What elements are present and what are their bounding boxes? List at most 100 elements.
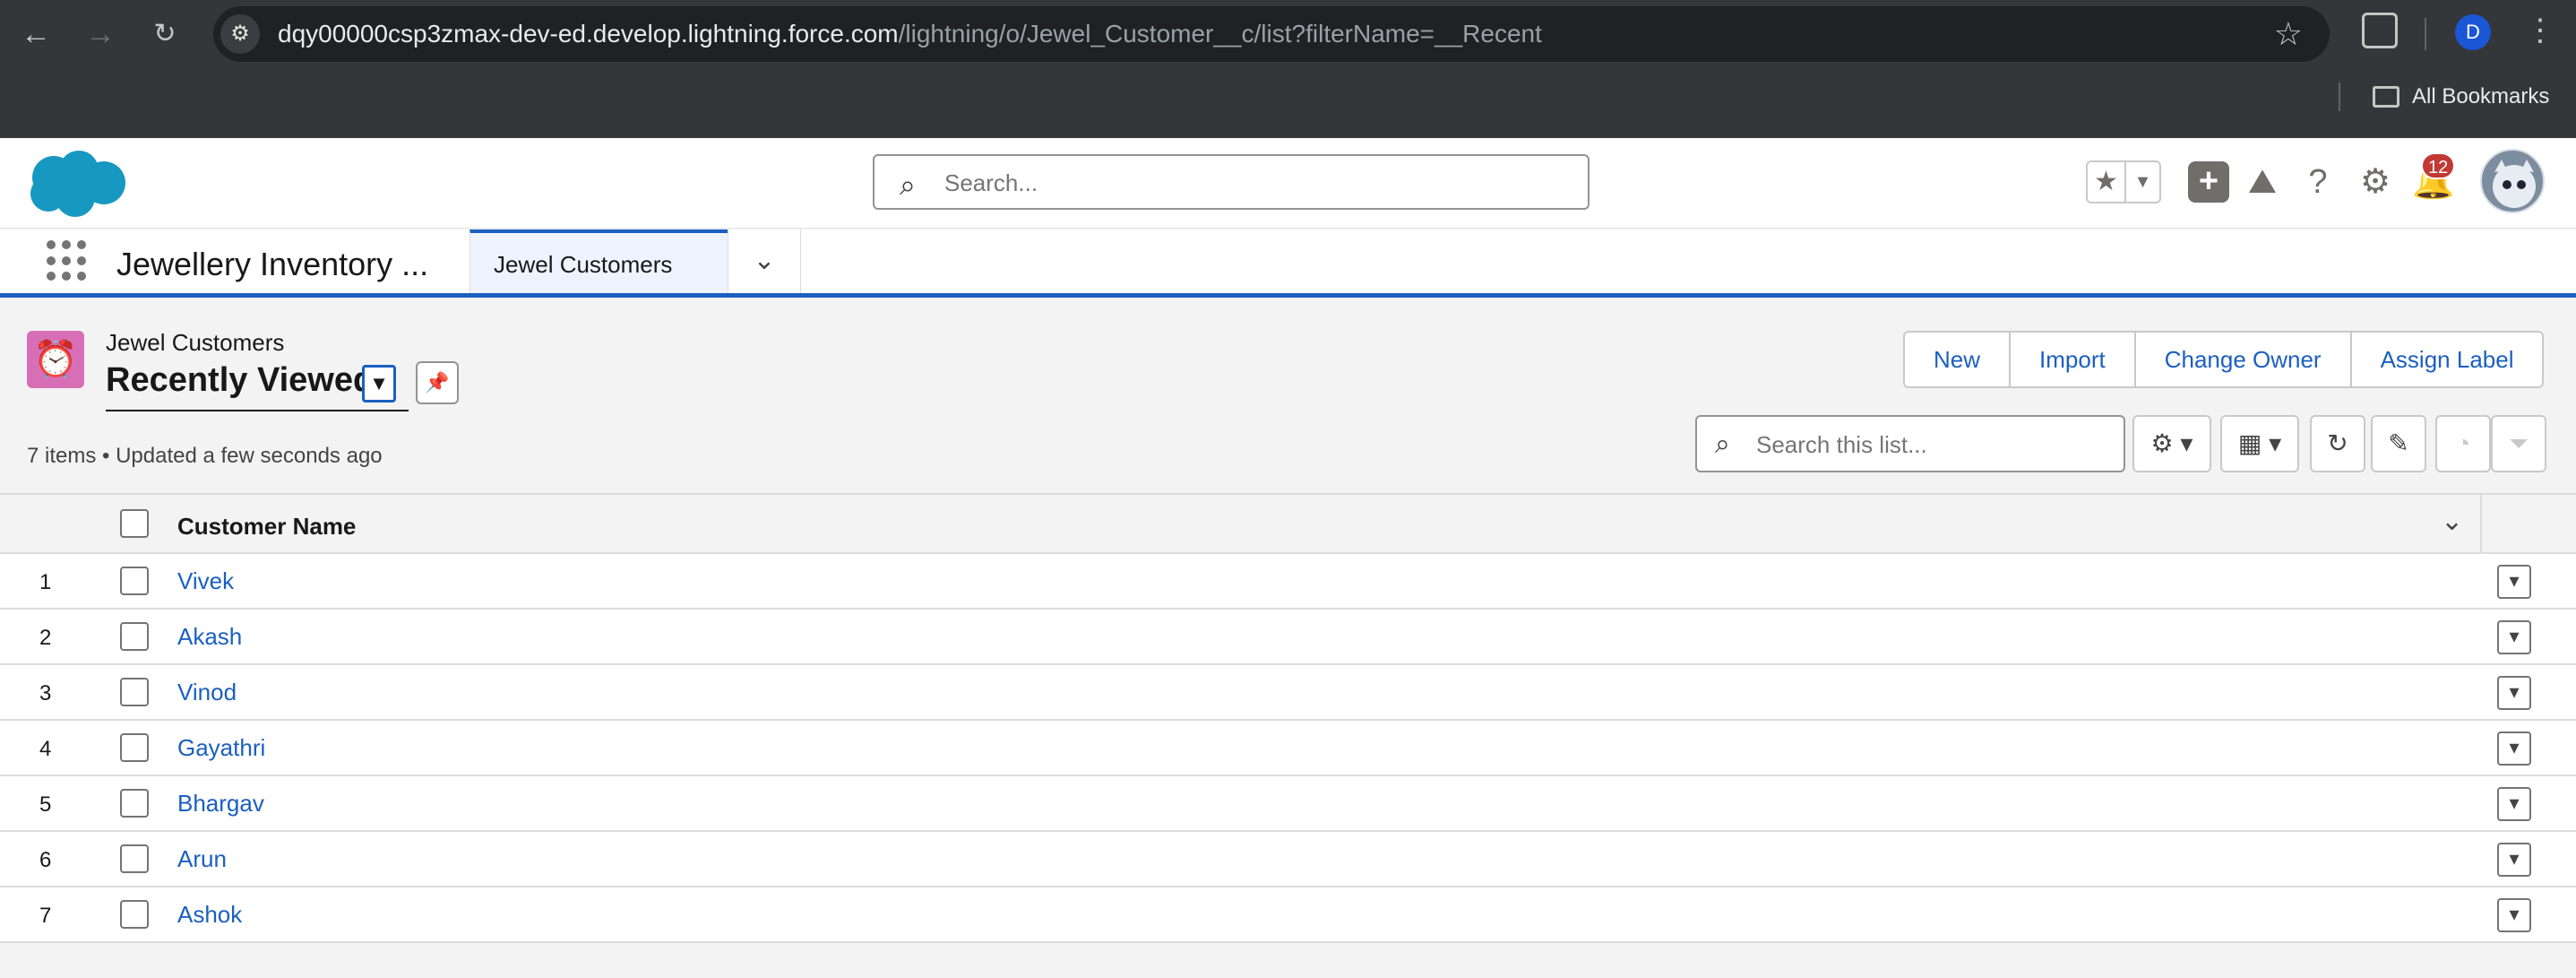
tab-label: Jewel Customers bbox=[494, 251, 673, 278]
row-actions-chevron-down-icon[interactable]: ▾ bbox=[2497, 565, 2531, 599]
browser-chrome: ← → ↻ ⚙ dqy00000csp3zmax-dev-ed.develop.… bbox=[0, 0, 2576, 138]
global-actions-icon[interactable]: + bbox=[2188, 161, 2229, 203]
row-checkbox[interactable] bbox=[120, 900, 149, 929]
global-search[interactable]: ⌕ bbox=[873, 154, 1590, 210]
row-number: 7 bbox=[39, 904, 52, 928]
favorites-button[interactable]: ★ ▼ bbox=[2086, 160, 2161, 203]
row-checkbox[interactable] bbox=[120, 789, 149, 818]
app-navigation: Jewellery Inventory ... Jewel Customers … bbox=[0, 229, 2576, 298]
url-path: /lightning/o/Jewel_Customer__c/list?filt… bbox=[898, 20, 1542, 48]
record-link[interactable]: Bhargav bbox=[177, 790, 264, 818]
list-actions: New Import Change Owner Assign Label bbox=[1903, 331, 2545, 388]
row-actions-chevron-down-icon[interactable]: ▾ bbox=[2497, 787, 2531, 821]
table-row: 4 Gayathri ▾ bbox=[0, 721, 2576, 776]
setup-gear-icon[interactable]: ⚙ bbox=[2355, 161, 2396, 203]
list-search-input[interactable] bbox=[1754, 428, 2113, 462]
row-checkbox[interactable] bbox=[120, 678, 149, 706]
chevron-down-icon[interactable]: ▼ bbox=[2126, 162, 2159, 202]
site-settings-icon[interactable]: ⚙ bbox=[220, 14, 260, 54]
row-number: 3 bbox=[39, 681, 52, 705]
all-bookmarks[interactable]: All Bookmarks bbox=[2373, 84, 2549, 109]
bookmarks-divider bbox=[2339, 82, 2340, 111]
row-actions-chevron-down-icon[interactable]: ▾ bbox=[2497, 676, 2531, 710]
list-view-title: Recently Viewed bbox=[106, 361, 375, 399]
select-all-checkbox[interactable] bbox=[120, 509, 149, 538]
list-view-picker-chevron-icon[interactable]: ▼ bbox=[362, 365, 396, 402]
table-row: 5 Bhargav ▾ bbox=[0, 776, 2576, 832]
back-icon[interactable]: ← bbox=[18, 16, 54, 52]
row-number: 2 bbox=[39, 626, 52, 650]
url-text[interactable]: dqy00000csp3zmax-dev-ed.develop.lightnin… bbox=[278, 20, 1542, 48]
user-avatar[interactable] bbox=[2480, 149, 2545, 213]
record-link[interactable]: Vinod bbox=[177, 679, 237, 706]
bookmark-star-icon[interactable]: ☆ bbox=[2274, 15, 2303, 53]
edit-pencil-icon[interactable]: ✎ bbox=[2371, 415, 2426, 472]
trailhead-icon[interactable]: ⛰ bbox=[2242, 161, 2283, 203]
table-header: Customer Name ⌄ bbox=[0, 493, 2576, 554]
record-link[interactable]: Gayathri bbox=[177, 734, 265, 762]
record-link[interactable]: Ashok bbox=[177, 901, 242, 929]
record-link[interactable]: Akash bbox=[177, 623, 242, 651]
display-as-table-icon[interactable]: ▦ ▾ bbox=[2220, 415, 2299, 472]
profile-avatar[interactable]: D bbox=[2455, 14, 2491, 50]
new-button[interactable]: New bbox=[1905, 333, 2009, 386]
record-link[interactable]: Vivek bbox=[177, 567, 234, 595]
search-icon: ⌕ bbox=[1715, 429, 1730, 459]
row-number: 4 bbox=[39, 737, 52, 761]
chart-icon[interactable]: ◔ bbox=[2435, 415, 2491, 472]
table-row: 6 Arun ▾ bbox=[0, 832, 2576, 887]
list-settings-gear-icon[interactable]: ⚙ ▾ bbox=[2132, 415, 2211, 472]
row-number: 1 bbox=[39, 570, 52, 594]
help-icon[interactable]: ? bbox=[2297, 161, 2339, 203]
records-table: Customer Name ⌄ 1 Vivek ▾ 2 Akash ▾ 3 Vi… bbox=[0, 493, 2576, 943]
forward-icon[interactable]: → bbox=[82, 16, 118, 52]
toolbar-divider bbox=[2425, 18, 2426, 50]
import-button[interactable]: Import bbox=[2009, 333, 2134, 386]
filter-icon[interactable]: ⏷ bbox=[2491, 415, 2546, 472]
search-icon: ⌕ bbox=[900, 169, 916, 201]
alarm-clock-icon: ⏰ bbox=[27, 331, 84, 388]
table-row: 7 Ashok ▾ bbox=[0, 887, 2576, 943]
app-name: Jewellery Inventory ... bbox=[116, 246, 429, 282]
reload-icon[interactable]: ↻ bbox=[147, 16, 183, 52]
table-row: 2 Akash ▾ bbox=[0, 610, 2576, 665]
app-launcher-icon[interactable] bbox=[47, 240, 88, 281]
title-underline bbox=[106, 410, 409, 411]
row-number: 6 bbox=[39, 848, 52, 872]
column-divider bbox=[2480, 495, 2482, 554]
record-link[interactable]: Arun bbox=[177, 845, 227, 873]
notification-badge: 12 bbox=[2421, 152, 2456, 179]
browser-menu-icon[interactable]: ⋮ bbox=[2525, 13, 2555, 48]
global-search-input[interactable] bbox=[943, 165, 1561, 201]
extensions-icon[interactable] bbox=[2362, 13, 2398, 48]
astro-avatar-icon bbox=[2493, 160, 2536, 208]
change-owner-button[interactable]: Change Owner bbox=[2133, 333, 2350, 386]
row-actions-chevron-down-icon[interactable]: ▾ bbox=[2497, 620, 2531, 654]
assign-label-button[interactable]: Assign Label bbox=[2349, 333, 2543, 386]
pin-icon[interactable]: 📌 bbox=[416, 361, 459, 404]
object-label: Jewel Customers bbox=[106, 329, 285, 356]
column-menu-chevron-down-icon[interactable]: ⌄ bbox=[2441, 506, 2463, 537]
table-row: 1 Vivek ▾ bbox=[0, 554, 2576, 610]
address-bar[interactable]: ⚙ dqy00000csp3zmax-dev-ed.develop.lightn… bbox=[213, 6, 2330, 62]
row-actions-chevron-down-icon[interactable]: ▾ bbox=[2497, 843, 2531, 877]
global-header: ⌕ ★ ▼ + ⛰ ? ⚙ 🔔 12 bbox=[0, 138, 2576, 229]
row-checkbox[interactable] bbox=[120, 567, 149, 595]
row-actions-chevron-down-icon[interactable]: ▾ bbox=[2497, 731, 2531, 766]
refresh-icon[interactable]: ↻ bbox=[2310, 415, 2365, 472]
tab-jewel-customers[interactable]: Jewel Customers bbox=[470, 229, 728, 293]
all-bookmarks-label: All Bookmarks bbox=[2412, 84, 2550, 108]
table-row: 3 Vinod ▾ bbox=[0, 665, 2576, 721]
star-icon[interactable]: ★ bbox=[2088, 162, 2126, 202]
row-checkbox[interactable] bbox=[120, 733, 149, 762]
column-header-customer-name[interactable]: Customer Name bbox=[177, 513, 356, 541]
row-checkbox[interactable] bbox=[120, 622, 149, 651]
list-search[interactable]: ⌕ bbox=[1695, 415, 2125, 472]
salesforce-logo[interactable] bbox=[23, 147, 131, 219]
list-meta: 7 items • Updated a few seconds ago bbox=[27, 444, 383, 468]
row-checkbox[interactable] bbox=[120, 844, 149, 873]
nav-more-chevron-down-icon[interactable]: ⌄ bbox=[728, 229, 801, 293]
row-actions-chevron-down-icon[interactable]: ▾ bbox=[2497, 898, 2531, 932]
folder-icon bbox=[2373, 86, 2399, 108]
url-host: dqy00000csp3zmax-dev-ed.develop.lightnin… bbox=[278, 20, 899, 48]
